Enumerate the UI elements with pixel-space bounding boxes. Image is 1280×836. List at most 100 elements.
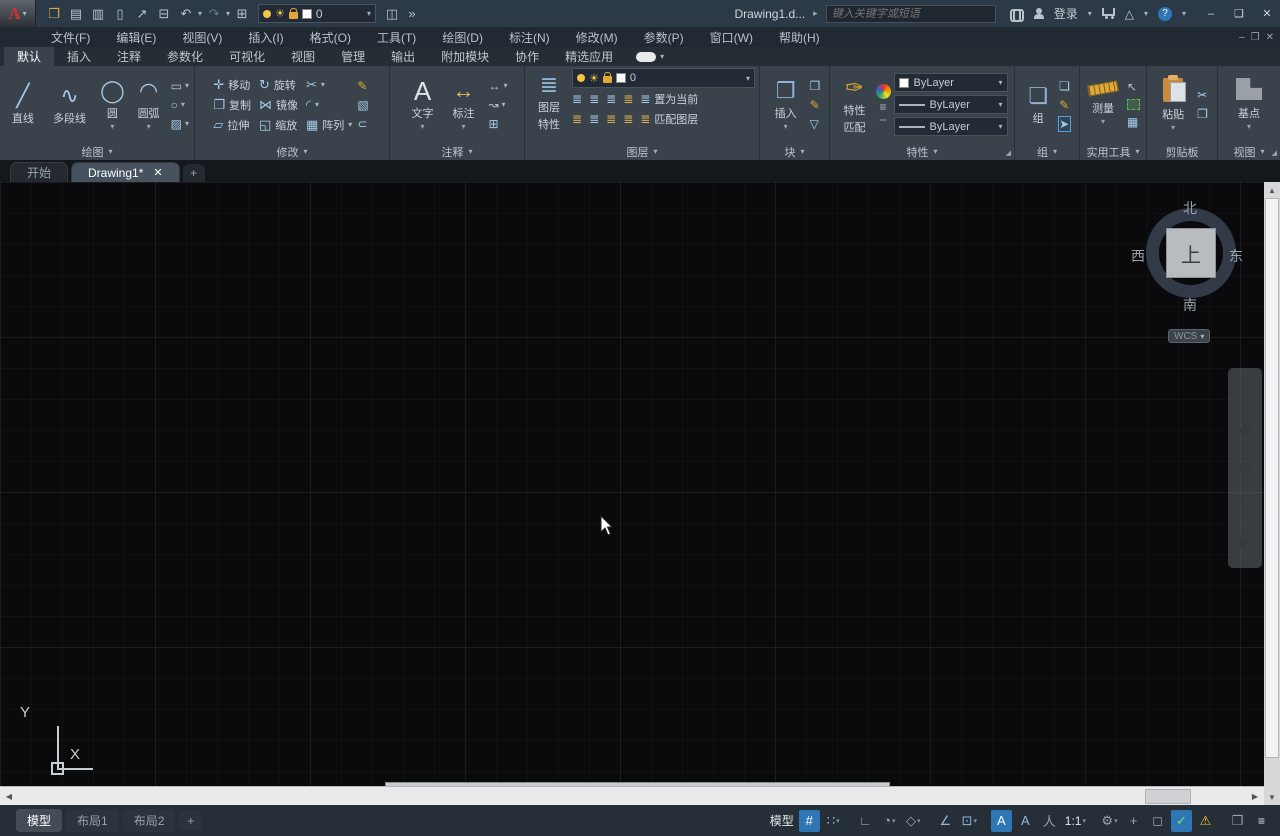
define-attribute-button[interactable]: ▽ [810, 117, 821, 131]
annotation-visibility-toggle[interactable]: A [991, 810, 1012, 832]
group-edit-button[interactable]: ✎ [1059, 98, 1070, 112]
tab-featured-apps[interactable]: 精选应用 [552, 47, 626, 66]
layer-isolate-icon[interactable]: ≣ [589, 92, 599, 106]
copy-clip-button[interactable]: ❐ [1197, 107, 1208, 121]
linetype-icon[interactable]: ┄ [879, 115, 886, 125]
layer-thaw-all-icon[interactable]: ≣ [606, 112, 616, 126]
autodesk-app-icon[interactable]: △ [1125, 7, 1134, 21]
save-to-web-icon[interactable]: ↗ [132, 6, 152, 22]
offset-button[interactable]: ⊂ [357, 117, 368, 131]
match-properties-button[interactable]: ✑ 特性 匹配 [837, 75, 873, 135]
batch-plot-icon[interactable]: ⊞ [232, 6, 252, 22]
qat-expand-icon[interactable]: » [402, 6, 422, 21]
plot-icon[interactable]: ⊟ [154, 6, 174, 22]
viewcube-south-label[interactable]: 南 [1183, 295, 1197, 315]
help-search-box[interactable] [826, 5, 996, 23]
tab-manage[interactable]: 管理 [328, 47, 378, 66]
app-store-cart-icon[interactable] [1102, 8, 1115, 16]
panel-draw-label[interactable]: 绘图▾ [0, 143, 194, 160]
chevron-down-icon[interactable]: ▾ [1171, 123, 1175, 132]
pan-icon[interactable]: ✥ [1238, 421, 1251, 441]
menu-file[interactable]: 文件(F) [38, 29, 103, 46]
tab-home[interactable]: 默认 [4, 47, 54, 66]
doc-minimize-button[interactable]: – [1239, 32, 1245, 43]
hatch-button[interactable]: ▨▾ [171, 117, 189, 131]
dimension-button[interactable]: ↔ 标注 ▾ [443, 78, 483, 131]
help-search-input[interactable] [832, 8, 990, 20]
measure-button[interactable]: 测量 ▾ [1084, 83, 1122, 126]
clean-screen-button[interactable]: ❒ [1227, 810, 1248, 832]
panel-annotation-label[interactable]: 注释▾ [390, 143, 524, 160]
orbit-icon[interactable]: ↻ [1238, 495, 1251, 515]
panel-properties-label[interactable]: 特性▾ [830, 143, 1014, 160]
undo-dropdown-icon[interactable]: ▾ [198, 9, 202, 18]
chevron-down-icon[interactable]: ▾ [892, 817, 896, 825]
application-menu-button[interactable]: A ▾ [0, 0, 36, 27]
tab-visualize[interactable]: 可视化 [216, 47, 278, 66]
model-space-toggle[interactable]: 模型 [768, 810, 796, 832]
workspace-switching-button[interactable]: ⚙▾ [1099, 810, 1120, 832]
ribbon-display-toggle[interactable]: ▾ [636, 47, 664, 66]
doc-close-button[interactable]: ✕ [1266, 32, 1274, 43]
color-wheel-icon[interactable] [876, 84, 891, 99]
lineweight-icon[interactable]: ≡ [879, 102, 886, 112]
menu-edit[interactable]: 编辑(E) [103, 29, 169, 46]
group-button[interactable]: ❏ 组 [1022, 83, 1054, 126]
erase-button[interactable]: ✎ [357, 79, 368, 93]
vertical-scrollbar[interactable]: ▲ ▼ [1264, 182, 1280, 805]
tab-layout1[interactable]: 布局1 [66, 809, 119, 832]
save-icon[interactable]: ▤ [66, 6, 86, 22]
object-color-dropdown[interactable]: ByLayer ▾ [894, 73, 1008, 92]
panel-layers-label[interactable]: 图层▾ [525, 143, 759, 160]
mirror-button[interactable]: ⋈镜像 [259, 97, 298, 113]
dialog-launcher-icon[interactable]: ◢ [1272, 149, 1277, 157]
lineweight-dropdown[interactable]: ByLayer ▾ [894, 95, 1008, 114]
layer-unisolate-icon[interactable]: ≣ [589, 112, 599, 126]
tab-insert[interactable]: 插入 [54, 47, 104, 66]
linetype-dropdown[interactable]: ByLayer ▾ [894, 117, 1008, 136]
panel-block-label[interactable]: 块▾ [760, 143, 829, 160]
navigation-wheel-icon[interactable]: ◎ [1238, 384, 1252, 404]
quick-calculator-button[interactable]: ▦ [1127, 115, 1140, 129]
dialog-launcher-icon[interactable]: ◢ [1006, 149, 1011, 157]
array-button[interactable]: ▦阵列▾ [306, 117, 352, 133]
open-from-web-icon[interactable]: ▯ [110, 6, 130, 22]
minimize-button[interactable]: – [1198, 4, 1224, 24]
ungroup-button[interactable]: ❏ [1059, 79, 1070, 93]
tab-collaborate[interactable]: 协作 [502, 47, 552, 66]
leader-button[interactable]: ↝▾ [488, 98, 507, 112]
explode-button[interactable]: ▧ [357, 98, 368, 112]
chevron-down-icon[interactable]: ▾ [973, 817, 977, 825]
quick-layer-control[interactable]: ☀ 0 ▾ [258, 4, 376, 23]
stretch-button[interactable]: ▱拉伸 [213, 117, 251, 133]
save-as-icon[interactable]: ▥ [88, 6, 108, 22]
annotation-scale-value[interactable]: 1:1▾ [1063, 810, 1088, 832]
user-icon[interactable] [1034, 8, 1044, 19]
rotate-button[interactable]: ↻旋转 [259, 77, 298, 93]
menu-dimension[interactable]: 标注(N) [496, 29, 563, 46]
menu-view[interactable]: 视图(V) [169, 29, 235, 46]
insert-block-button[interactable]: ❒ 插入 ▾ [767, 78, 805, 131]
doc-restore-button[interactable]: ❐ [1251, 32, 1260, 43]
chevron-down-icon[interactable]: ▾ [420, 122, 424, 131]
rectangle-button[interactable]: ▭▾ [171, 79, 189, 93]
new-drawing-tab-button[interactable]: + [183, 164, 205, 182]
panel-modify-label[interactable]: 修改▾ [195, 143, 389, 160]
edit-block-button[interactable]: ✎ [810, 98, 821, 112]
linear-dimension-button[interactable]: ↔▾ [488, 79, 507, 93]
scroll-down-icon[interactable]: ▼ [1264, 789, 1280, 805]
object-snap-tracking-toggle[interactable]: ∠ [935, 810, 956, 832]
scroll-right-icon[interactable]: ▶ [1246, 787, 1264, 805]
ellipse-button[interactable]: ○▾ [171, 98, 189, 112]
tab-layout2[interactable]: 布局2 [123, 809, 176, 832]
trim-button[interactable]: ✂▾ [306, 77, 352, 93]
menu-parametric[interactable]: 参数(P) [631, 29, 697, 46]
sign-in-label[interactable]: 登录 [1054, 5, 1078, 22]
close-button[interactable]: ✕ [1254, 4, 1280, 24]
layer-unlock-all-icon[interactable]: ≣ [623, 112, 633, 126]
redo-dropdown-icon[interactable]: ▾ [226, 9, 230, 18]
fillet-button[interactable]: ◜▾ [306, 97, 352, 113]
showmotion-icon[interactable]: ⊳ [1238, 532, 1251, 552]
graphics-performance-toggle[interactable]: ✓ [1171, 810, 1192, 832]
search-binoculars-icon[interactable] [1010, 9, 1024, 18]
